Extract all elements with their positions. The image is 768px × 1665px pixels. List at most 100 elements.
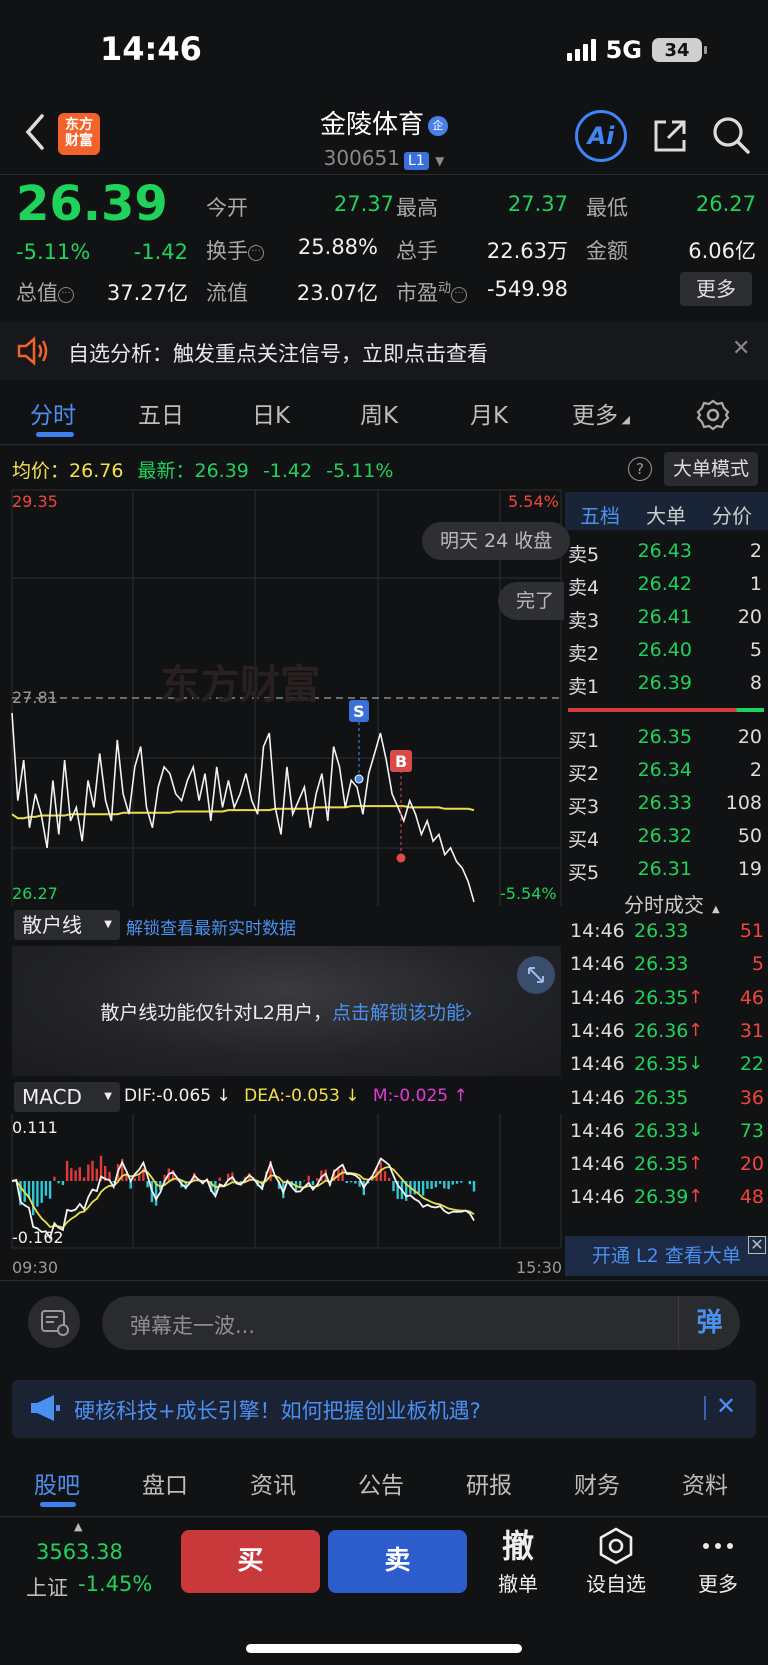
index-value[interactable]: 3563.38 [36, 1540, 123, 1564]
sell-button[interactable]: 卖 [328, 1530, 467, 1593]
bid-price: 26.32 [637, 825, 692, 847]
trade-arrow: ↓ [688, 1053, 704, 1075]
info-icon[interactable]: ··· [451, 287, 468, 303]
trade-price: 26.35 [634, 1053, 689, 1076]
tab-price-dist[interactable]: 分价 [712, 500, 752, 529]
trade-time: 14:46 [570, 1153, 625, 1176]
tab-research[interactable]: 研报 [466, 1466, 512, 1500]
open-label: 今开 [206, 196, 248, 220]
pct-min-label: -5.54% [500, 884, 557, 903]
macd-m: M:-0.025 ↑ [372, 1086, 468, 1106]
more-menu-button[interactable]: 更多 [678, 1526, 758, 1597]
change-percent: -5.11% [16, 240, 91, 264]
add-watchlist-button[interactable]: 设自选 [576, 1526, 656, 1597]
trade-volume: 51 [739, 920, 764, 942]
home-indicator [246, 1644, 522, 1653]
close-icon[interactable]: ✕ [748, 1236, 766, 1254]
trade-volume: 73 [739, 1119, 764, 1142]
unlock-feature-link[interactable]: 点击解锁该功能› [332, 1002, 473, 1024]
trade-volume: 22 [739, 1053, 764, 1076]
tab-forum[interactable]: 股吧 [34, 1466, 80, 1500]
tab-profile[interactable]: 资料 [682, 1466, 728, 1500]
tab-monthly-k[interactable]: 月K [470, 396, 508, 430]
expand-icon[interactable] [517, 956, 555, 994]
ask-vol: 2 [749, 540, 762, 562]
tab-announcements[interactable]: 公告 [358, 1466, 404, 1500]
trade-price: 26.35 [634, 986, 689, 1009]
bid-price: 26.33 [637, 792, 692, 814]
ai-button[interactable]: Ai [575, 110, 627, 162]
trade-time: 14:46 [570, 1053, 625, 1076]
level-badge: L1 [404, 152, 429, 170]
trade-price: 26.39 [634, 1186, 689, 1209]
signal-icon [566, 39, 596, 61]
share-icon[interactable] [650, 116, 690, 156]
buy-button[interactable]: 买 [181, 1530, 320, 1593]
tab-finance[interactable]: 财务 [574, 1466, 620, 1500]
divider [0, 1516, 768, 1517]
more-quote-button[interactable]: 更多 [680, 272, 752, 306]
info-icon[interactable]: ··· [248, 245, 264, 261]
trade-time: 14:46 [570, 1086, 625, 1109]
help-icon[interactable]: ? [628, 457, 652, 481]
latest-percent: -5.11% [326, 460, 394, 482]
trades-title[interactable]: 分时成交 ▲ [624, 889, 720, 918]
ask-label: 卖4 [568, 577, 600, 599]
trade-time: 14:46 [570, 920, 625, 942]
chart-info-line: 均价：26.76 最新：26.39 -1.42 -5.11% [12, 460, 394, 482]
tab-five-day[interactable]: 五日 [138, 396, 184, 430]
bid-vol: 19 [737, 858, 762, 880]
float-cap-label: 流值 [206, 281, 248, 305]
volume-value: 22.63万 [486, 239, 568, 263]
trade-time: 14:46 [570, 1119, 625, 1142]
danmaku-send-button[interactable]: 弹 [678, 1296, 740, 1350]
info-icon[interactable]: ··· [58, 287, 74, 303]
buy-marker-label: B [395, 752, 407, 771]
latest-change: -1.42 [262, 460, 313, 482]
ask-label: 卖5 [568, 544, 600, 566]
big-order-mode-button[interactable]: 大单模式 [664, 452, 758, 486]
macd-y-max: 0.111 [12, 1118, 58, 1137]
trade-volume: 36 [739, 1086, 764, 1109]
pct-max-label: 5.54% [508, 492, 559, 511]
trade-time: 14:46 [570, 1019, 625, 1042]
tab-weekly-k[interactable]: 周K [360, 396, 398, 430]
trade-arrow: ↑ [688, 1153, 704, 1175]
change-amount: -1.42 [133, 240, 188, 264]
close-icon[interactable]: ✕ [716, 1392, 736, 1420]
danmaku-settings-icon[interactable] [28, 1296, 80, 1348]
trade-volume: 5 [751, 953, 764, 976]
trade-price: 26.35 [634, 1086, 689, 1109]
ad-text: 硬核科技+成长引擎！如何把握创业板机遇? [74, 1399, 481, 1423]
pe-label: 市盈动 ··· [396, 277, 468, 307]
tab-five-levels[interactable]: 五档 [580, 500, 620, 529]
enterprise-tag: 企 [428, 115, 448, 136]
trade-arrow: ↓ [688, 1119, 704, 1141]
gear-icon[interactable] [696, 398, 730, 432]
cancel-order-button[interactable]: 撤 撤单 [478, 1526, 558, 1597]
caret-up-icon: ▲ [74, 1520, 83, 1533]
retail-line-select[interactable]: 散户线 ▼ [14, 910, 120, 940]
time-start: 09:30 [12, 1258, 59, 1277]
trade-time: 14:46 [570, 953, 625, 976]
divider [0, 174, 768, 175]
bid-price: 26.35 [637, 726, 692, 748]
low-value: 26.27 [695, 192, 756, 216]
bid-vol: 2 [749, 759, 762, 781]
search-icon[interactable] [710, 114, 752, 156]
tab-handicap[interactable]: 盘口 [142, 1466, 188, 1500]
tab-big-orders[interactable]: 大单 [646, 500, 686, 529]
close-icon[interactable]: ✕ [732, 336, 750, 361]
bid-label: 买2 [568, 763, 600, 785]
trade-time: 14:46 [570, 1186, 625, 1209]
macd-select[interactable]: MACD ▼ [14, 1082, 120, 1112]
bid-vol: 20 [737, 726, 762, 748]
tab-news[interactable]: 资讯 [250, 1466, 296, 1500]
amount-label: 金额 [586, 239, 628, 263]
tab-daily-k[interactable]: 日K [252, 396, 290, 430]
macd-chart[interactable] [0, 1114, 565, 1256]
bid-label: 买4 [568, 829, 600, 851]
unlock-link[interactable]: 解锁查看最新实时数据 [126, 914, 296, 939]
tab-intraday[interactable]: 分时 [30, 396, 76, 430]
tab-more[interactable]: 更多 ◢ [572, 396, 630, 430]
